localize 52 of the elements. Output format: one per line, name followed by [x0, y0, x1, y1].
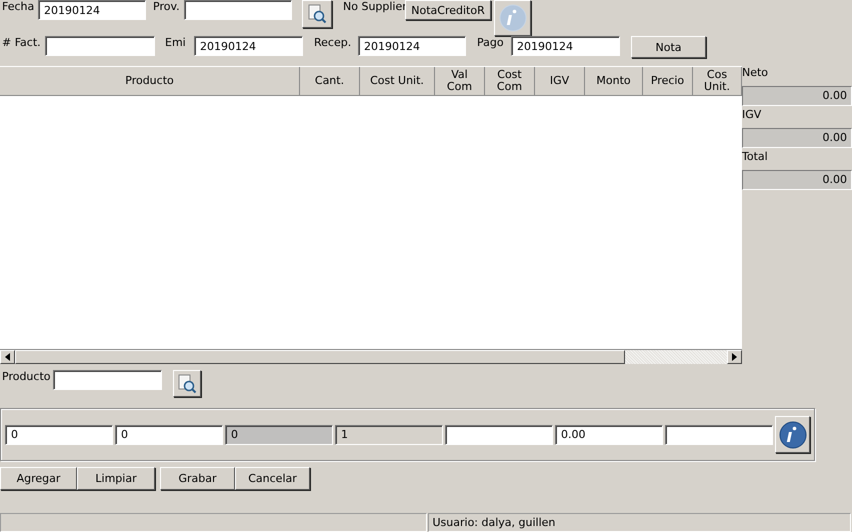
total-value: 0.00	[742, 170, 852, 190]
info-button[interactable]	[494, 0, 531, 36]
producto-label: Producto	[1, 370, 52, 384]
emi-field[interactable]: 20190124	[194, 36, 303, 56]
total-value: 0.00	[742, 128, 852, 148]
total-value: 0.00	[742, 86, 852, 106]
search-button[interactable]	[173, 370, 201, 397]
column-header[interactable]: Monto	[585, 67, 643, 95]
prov-label: Prov.	[152, 0, 181, 14]
total-label: Neto	[742, 66, 770, 81]
right-arrow-icon	[732, 353, 737, 361]
fecha-label: Fecha	[1, 0, 36, 14]
horizontal-scrollbar[interactable]	[0, 349, 742, 364]
pago-label: Pago	[476, 36, 505, 50]
recep-label: Recep.	[313, 36, 352, 50]
action-button[interactable]: Limpiar	[77, 467, 155, 490]
column-header[interactable]: Val Com	[435, 67, 485, 95]
info-button[interactable]	[775, 416, 810, 453]
action-button[interactable]: Agregar	[0, 467, 77, 490]
entry-field[interactable]: 0	[5, 424, 113, 444]
status-user: Usuario: dalya, guillen	[428, 513, 851, 532]
action-button[interactable]: Cancelar	[235, 467, 310, 490]
entry-field[interactable]: 0	[115, 424, 223, 444]
recep-field[interactable]: 20190124	[358, 36, 466, 56]
action-button[interactable]: Grabar	[160, 467, 235, 490]
entry-field[interactable]: 0.00	[555, 424, 663, 444]
column-header[interactable]: Cant.	[300, 67, 360, 95]
supplier-label: No Supplier	[342, 0, 405, 14]
search-button[interactable]	[302, 0, 332, 28]
info-icon	[778, 420, 808, 450]
left-arrow-icon	[5, 353, 10, 361]
entry-field[interactable]	[665, 424, 773, 444]
search-icon	[307, 4, 327, 24]
total-label: IGV	[742, 108, 762, 123]
entry-field[interactable]	[445, 424, 553, 444]
nota-credito-button[interactable]: NotaCreditoR	[405, 0, 491, 20]
factura-field[interactable]	[45, 36, 155, 56]
nota-button[interactable]: Nota	[631, 36, 706, 58]
info-icon	[498, 3, 528, 33]
column-header[interactable]: IGV	[535, 67, 585, 95]
column-header[interactable]: Producto	[0, 67, 300, 95]
pago-field[interactable]: 20190124	[511, 36, 620, 56]
producto-field[interactable]	[53, 370, 162, 390]
prov-field[interactable]	[184, 0, 292, 20]
fecha-field[interactable]: 20190124	[38, 0, 146, 20]
column-header[interactable]: Precio	[643, 67, 693, 95]
column-header[interactable]: Cost Unit.	[360, 67, 435, 95]
column-header[interactable]: Cost Com	[485, 67, 535, 95]
emi-label: Emi	[164, 36, 187, 50]
total-label: Total	[742, 150, 769, 165]
search-icon	[177, 374, 197, 394]
factura-label: # Fact.	[1, 36, 42, 50]
